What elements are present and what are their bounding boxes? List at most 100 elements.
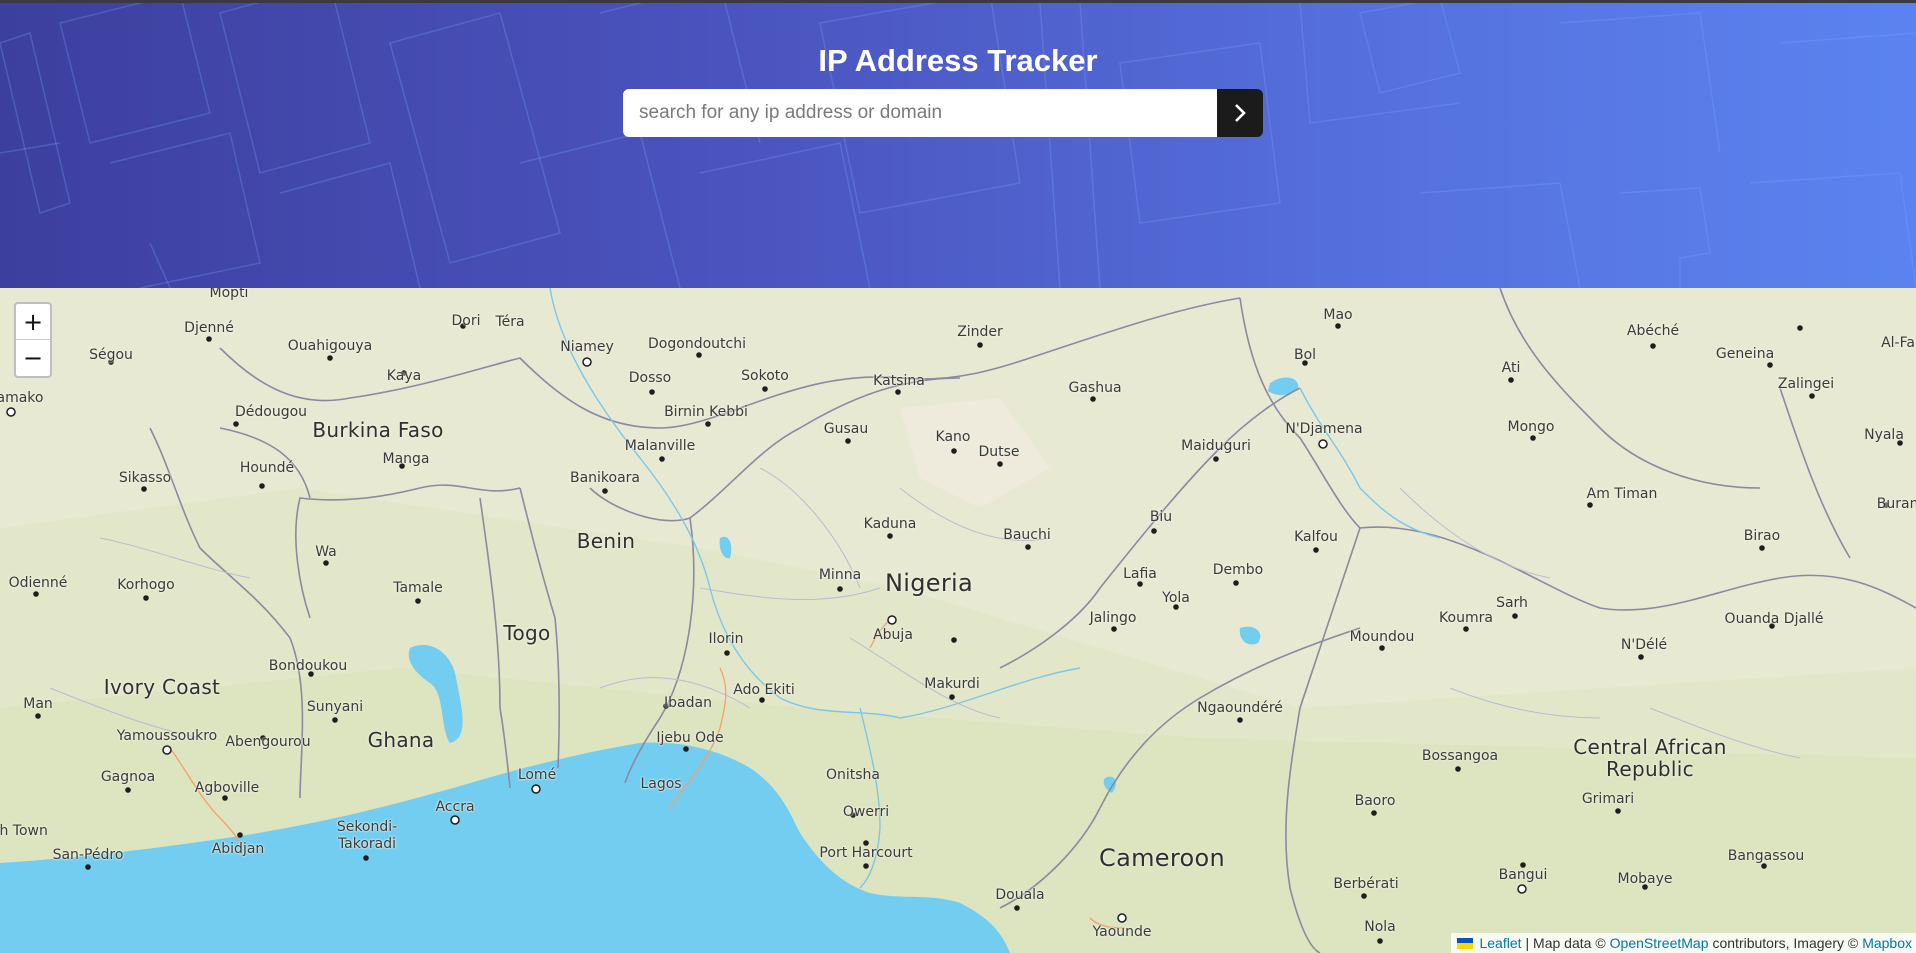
- city-label: Baoro: [1354, 793, 1396, 809]
- city-label: Agboville: [194, 780, 260, 796]
- city-label: Abéché: [1626, 323, 1680, 339]
- ukraine-flag-icon: [1457, 937, 1474, 949]
- country-label: Ivory Coast: [103, 675, 221, 699]
- city-label: Abengourou: [225, 734, 311, 750]
- city-label: Birao: [1743, 528, 1781, 544]
- city-label: Kalfou: [1294, 529, 1338, 545]
- country-label: Nigeria: [885, 569, 973, 597]
- city-label: Tamale: [393, 580, 443, 596]
- city-label: Sunyani: [306, 699, 364, 715]
- country-label: Burkina Faso: [312, 418, 444, 442]
- city-label: Berbérati: [1333, 876, 1399, 892]
- city-label: Al-Fa: [1881, 335, 1915, 351]
- city-label: Lomé: [517, 767, 557, 783]
- country-label: Ghana: [367, 728, 435, 752]
- page-title: IP Address Tracker: [818, 43, 1098, 78]
- city-label: Yamoussoukro: [116, 728, 218, 744]
- country-label: Central African Republic: [1573, 735, 1727, 781]
- city-label: San-Pédro: [52, 847, 124, 863]
- country-label: Cameroon: [1099, 844, 1225, 872]
- city-label: Ilorin: [708, 631, 744, 647]
- zoom-out-button[interactable]: −: [16, 340, 50, 376]
- city-label: Zinder: [957, 324, 1003, 340]
- city-label: Ado Ekiti: [733, 682, 795, 698]
- map-attribution: Leaflet | Map data © OpenStreetMap contr…: [1451, 933, 1916, 953]
- city-label: Biu: [1149, 509, 1173, 525]
- city-label: Nyala: [1864, 427, 1904, 443]
- city-label: Bondoukou: [268, 658, 348, 674]
- city-markers: [6, 323, 1903, 944]
- chevron-right-icon: [1235, 104, 1246, 122]
- city-label: Ouahigouya: [287, 338, 373, 354]
- city-label: Dori: [451, 313, 481, 329]
- city-label: Odienné: [8, 575, 68, 591]
- country-label: Togo: [503, 621, 551, 645]
- city-label: Houndé: [239, 460, 295, 476]
- leaflet-link[interactable]: Leaflet: [1479, 935, 1521, 951]
- city-label: Ouanda Djallé: [1724, 611, 1824, 627]
- city-label: Bauchi: [1003, 527, 1051, 543]
- mapbox-link[interactable]: Mapbox: [1862, 935, 1912, 951]
- city-label: Koumra: [1439, 610, 1493, 626]
- city-label: Dosso: [628, 370, 672, 386]
- city-label: Gusau: [823, 421, 869, 437]
- city-label: Mao: [1323, 307, 1353, 323]
- header: IP Address Tracker: [0, 3, 1916, 288]
- city-label: Kaya: [386, 368, 422, 384]
- city-label: Owerri: [842, 804, 890, 820]
- city-label: Ngaoundéré: [1197, 700, 1283, 716]
- city-label: Kano: [935, 429, 971, 445]
- city-label: Geneina: [1715, 346, 1775, 362]
- city-label: Sokoto: [741, 368, 789, 384]
- city-label: Mongo: [1507, 419, 1555, 435]
- city-label: Abidjan: [211, 841, 265, 857]
- search-submit-button[interactable]: [1217, 89, 1263, 137]
- city-label: Buram: [1876, 496, 1916, 512]
- city-label: Sekondi-Takoradi: [336, 819, 398, 852]
- city-label: Ijebu Ode: [656, 730, 724, 746]
- city-label: Dembo: [1212, 562, 1264, 578]
- city-label: Katsina: [873, 373, 925, 389]
- country-label: Benin: [576, 529, 636, 553]
- city-label: Wa: [315, 544, 337, 560]
- city-label: Djenné: [184, 320, 234, 336]
- city-label: Birnin Kebbi: [664, 404, 748, 420]
- zoom-control: + −: [14, 302, 52, 378]
- city-label: Port Harcourt: [819, 845, 913, 861]
- city-label: Dédougou: [234, 404, 308, 420]
- city-label: Manga: [382, 451, 430, 467]
- city-label: Gagnoa: [100, 769, 156, 785]
- city-label: Yola: [1162, 590, 1190, 606]
- search-form: [623, 89, 1263, 137]
- city-label: Accra: [435, 799, 475, 815]
- city-label: Nola: [1364, 919, 1396, 935]
- city-label: amako: [0, 390, 44, 406]
- city-label: Moundou: [1349, 629, 1415, 645]
- city-label: Banikoara: [569, 470, 641, 486]
- openstreetmap-link[interactable]: OpenStreetMap: [1610, 935, 1709, 951]
- city-label: Ati: [1501, 360, 1521, 376]
- city-label: Kaduna: [863, 516, 917, 532]
- map[interactable]: Burkina Faso Benin Togo Ivory Coast Ghan…: [0, 288, 1916, 953]
- city-label: Minna: [818, 567, 862, 583]
- city-label: sh Town: [0, 823, 48, 839]
- city-label: Ségou: [89, 347, 133, 363]
- city-label: Lagos: [640, 776, 682, 792]
- city-label: Douala: [995, 887, 1045, 903]
- city-label: Bangassou: [1727, 848, 1805, 864]
- city-label: Niamey: [560, 339, 614, 355]
- city-label: Maiduguri: [1181, 438, 1251, 454]
- city-label: Jalingo: [1089, 610, 1137, 626]
- city-label: Makurdi: [924, 676, 980, 692]
- attribution-text: | Map data ©: [1525, 935, 1606, 951]
- city-label: Bossangoa: [1421, 748, 1499, 764]
- zoom-in-button[interactable]: +: [16, 304, 50, 340]
- city-label: Bol: [1293, 347, 1317, 363]
- city-label: Dogondoutchi: [648, 336, 746, 352]
- city-label: Ibadan: [664, 695, 712, 711]
- city-label: Sikasso: [118, 470, 172, 486]
- city-label: Onitsha: [825, 767, 881, 783]
- search-input[interactable]: [623, 89, 1217, 137]
- city-label: Téra: [495, 314, 525, 330]
- city-label: Sarh: [1496, 595, 1528, 611]
